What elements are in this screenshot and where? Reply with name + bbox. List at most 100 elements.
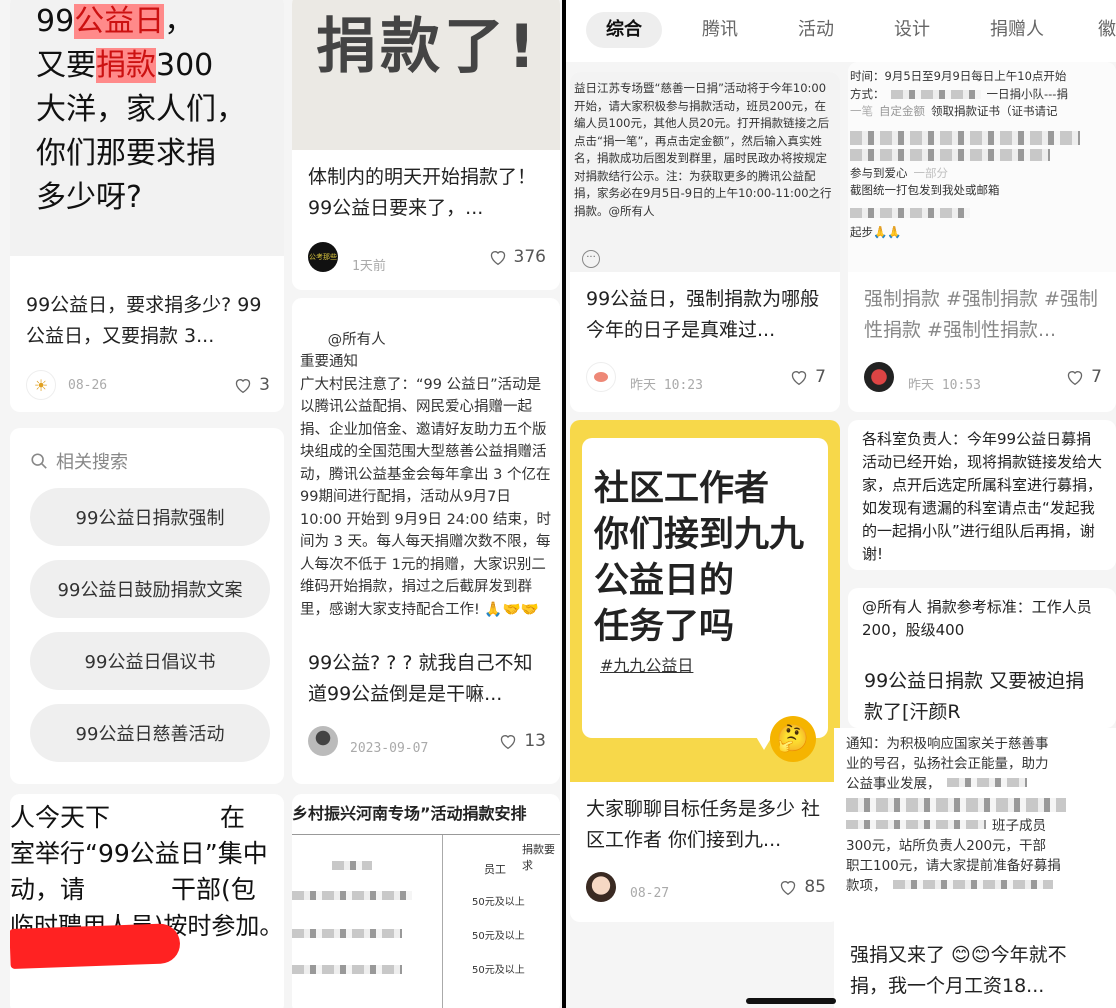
note-title: 99公益日捐款 又要被迫捐款了[汗颜R [864,670,1085,723]
cover-text: 领取捐款证书（证书请记 [931,104,1058,118]
related-search-chip[interactable]: 99公益日鼓励捐款文案 [30,560,270,618]
cover-text-line: 又要捐款300 [36,48,214,83]
heart-icon [490,251,505,266]
blurred-text [850,130,1080,145]
like-button[interactable]: 3 [233,375,270,395]
tab-donor[interactable]: 捐赠人 [990,12,1044,48]
note-date: 2023-09-07 [350,740,429,756]
heart-icon [781,881,796,896]
note-title: 大家聊聊目标任务是多少 社区工作者 你们接到九... [586,798,821,851]
like-button[interactable]: 7 [1065,367,1102,387]
cover-text-line: 多少呀? [36,180,142,215]
note-cover-image: 乡村振兴河南专场”活动捐款安排 捐款要求 员工 50元及以上 50元及以上 50… [292,794,560,1008]
like-button[interactable]: 85 [778,877,826,897]
cover-text: 时间：9月5日至9月9日每日上午10点开始 [850,69,1067,83]
filter-tab-bar: 综合 腾讯 活动 设计 捐赠人 徽 [566,0,1116,62]
like-count: 7 [815,367,826,387]
note-card[interactable]: 各科室负责人：今年99公益日募捐活动已经开始，现将捐款链接发给大家，点开后选定所… [848,420,1116,570]
cover-big-text: 捐款了! [316,12,540,82]
avatar[interactable] [586,362,616,392]
cover-text: 室举行“99公益日”集中 [10,839,268,868]
note-card[interactable]: 人今天下在 室举行“99公益日”集中 动，请干部(包 临时聘用人员)按时参加。 [10,794,284,1008]
related-searches-header: 相关搜索 [56,452,128,473]
blurred-text [850,148,1050,161]
cover-text: 人今天下 [10,803,111,832]
note-cover-image: 99公益日， 又要捐款300 大洋，家人们， 你们那要求捐 多少呀? [10,0,284,256]
note-meta: 昨天 10:23 7 [586,362,826,393]
avatar[interactable] [586,872,616,902]
cover-text: 方式： [850,86,885,101]
note-card[interactable]: @所有人 捐款参考标准：工作人员200，股级400 99公益日捐款 又要被迫捐款… [848,588,1116,728]
note-date: 昨天 10:23 [630,377,703,393]
note-card[interactable]: 乡村振兴河南专场”活动捐款安排 捐款要求 员工 50元及以上 50元及以上 50… [292,794,560,1008]
tab-activity[interactable]: 活动 [798,12,834,48]
note-card[interactable]: @所有人 重要通知 广大村民注意了：“99 公益日”活动是以腾讯公益配捐、网民爱… [292,298,560,784]
notice-text: 各科室负责人：今年99公益日募捐活动已经开始，现将捐款链接发给大家，点开后选定所… [862,430,1103,563]
cover-text: 动，请 [10,875,86,904]
table-cell: 50元及以上 [472,965,525,976]
blurred-text [850,207,970,218]
note-meta: 昨天 10:53 7 [864,362,1102,393]
cover-text: 一笔 [850,104,873,118]
avatar[interactable]: 公考那些 [308,242,338,272]
note-cover-image: @所有人 重要通知 广大村民注意了：“99 公益日”活动是以腾讯公益配捐、网民爱… [292,298,560,638]
heart-icon [235,379,251,394]
more-icon: ··· [582,250,600,268]
note-cover-image: 各科室负责人：今年99公益日募捐活动已经开始，现将捐款链接发给大家，点开后选定所… [848,420,1116,570]
note-card[interactable]: 社区工作者 你们接到九九 公益日的 任务了吗 #九九公益日 🤔 大家聊聊目标任务是多少… [570,420,840,922]
note-cover-image: 通知：为积极响应国家关于慈善事 业的号召，弘扬社会正能量，助力 公益事业发展， … [834,728,1116,918]
note-date: 08-27 [630,885,670,901]
avatar[interactable]: ☀ [26,370,56,400]
note-card[interactable]: 99公益日， 又要捐款300 大洋，家人们， 你们那要求捐 多少呀? 99公益日，要求捐… [10,0,284,412]
cover-text: 起步🙏🙏 [850,224,902,239]
like-button[interactable]: 7 [789,367,826,387]
note-card[interactable]: 益日江苏专场暨“慈善一日捐”活动将于今年10:00开始，请大家积极参与捐款活动，… [570,72,840,412]
related-search-chip[interactable]: 99公益日慈善活动 [30,704,270,762]
cover-text: 一日捐小队---捐 [986,86,1068,101]
notice-text: @所有人 重要通知 广大村民注意了：“99 公益日”活动是以腾讯公益配捐、网民爱… [300,331,551,618]
like-count: 13 [524,731,546,751]
cover-text: 班子成员 [992,818,1046,834]
left-screenshot-panel: 99公益日， 又要捐款300 大洋，家人们， 你们那要求捐 多少呀? 99公益日，要求捐… [0,0,562,1008]
blurred-text [292,929,402,938]
avatar[interactable] [308,726,338,756]
hashtag[interactable]: #九九公益日 [600,652,693,676]
note-cover-image: 人今天下在 室举行“99公益日”集中 动，请干部(包 临时聘用人员)按时参加。 [10,794,284,1008]
note-date: 昨天 10:53 [908,377,981,393]
note-cover-image: 益日江苏专场暨“慈善一日捐”活动将于今年10:00开始，请大家积极参与捐款活动，… [570,72,840,272]
home-indicator [746,998,836,1004]
related-search-chip[interactable]: 99公益日捐款强制 [30,488,270,546]
tab-more[interactable]: 徽 [1098,12,1116,48]
note-title: 99公益日，强制捐款为哪般 今年的日子是真难过... [586,288,820,341]
cover-text-block: 社区工作者 你们接到九九 公益日的 任务了吗 [594,466,804,650]
tab-tencent[interactable]: 腾讯 [702,12,738,48]
avatar[interactable] [864,362,894,392]
cover-text-line: 你们那要求捐 [36,136,216,171]
like-button[interactable]: 13 [498,731,546,751]
cover-text-line: 社区工作者 [594,469,770,509]
cover-text: 职工100元，请大家提前准备好募捐 [846,858,1061,874]
note-cover-image: 捐款了! [292,0,560,150]
note-title: 99公益日，要求捐多少? 99公益日，又要捐款 3... [26,294,262,347]
cover-text: 截图统一打包发到我处或邮箱 [850,183,1000,197]
tab-all[interactable]: 综合 [586,12,662,48]
cover-text: 自定金额 [879,104,925,118]
related-search-chip[interactable]: 99公益日倡议书 [30,632,270,690]
like-count: 7 [1091,367,1102,387]
note-card[interactable]: 捐款了! 体制内的明天开始捐款了！ 99公益日要来了，... 公考那些 1天前 … [292,0,560,290]
note-title: 99公益? ? ? 就我自己不知道99公益倒是是干嘛... [308,652,533,705]
table-cell: 50元及以上 [472,931,525,942]
thinking-emoji-icon: 🤔 [770,716,816,762]
note-title: 强捐又来了 😊😊今年就不捐，我一个月工资18... [850,944,1067,997]
like-button[interactable]: 376 [488,247,546,267]
tab-design[interactable]: 设计 [894,12,930,48]
blurred-text [292,965,402,974]
table-cell: 50元及以上 [472,897,525,908]
note-card[interactable]: 通知：为积极响应国家关于慈善事 业的号召，弘扬社会正能量，助力 公益事业发展， … [834,728,1116,1008]
cover-text: 公益事业发展， [846,776,941,792]
note-card[interactable]: 时间：9月5日至9月9日每日上午10点开始 方式： 一日捐小队---捐 一笔 自定金… [848,62,1116,412]
note-meta: 公考那些 1天前 376 [308,242,546,274]
cover-text: 在 [220,803,246,832]
notice-text: @所有人 捐款参考标准：工作人员200，股级400 [862,598,1092,639]
like-count: 3 [259,375,270,395]
